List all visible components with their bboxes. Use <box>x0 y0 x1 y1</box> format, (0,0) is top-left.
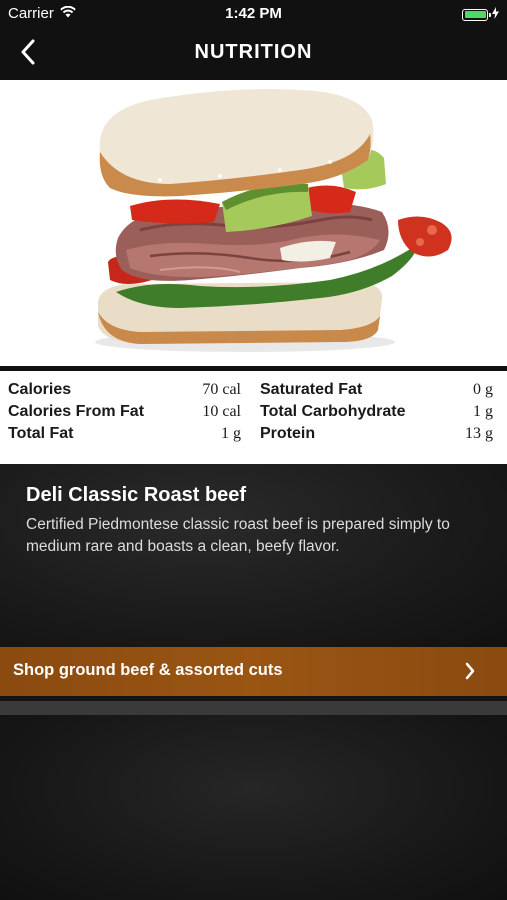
fact-label: Saturated Fat <box>260 381 363 398</box>
fact-row: Calories From Fat 10 cal <box>8 401 241 423</box>
fact-label: Calories From Fat <box>8 403 145 420</box>
fact-label: Calories <box>8 381 72 398</box>
status-time: 1:42 PM <box>225 5 282 22</box>
product-description: Certified Piedmontese classic roast beef… <box>26 516 450 555</box>
nutrition-screen: Carrier 1:42 PM NUTRITION Calories 70 ca… <box>0 0 507 900</box>
nav-bar: NUTRITION <box>0 28 507 80</box>
fact-label: Protein <box>260 425 316 442</box>
separator-bar <box>0 701 507 715</box>
status-bar: Carrier 1:42 PM <box>0 0 507 28</box>
battery-fill <box>464 11 486 18</box>
battery-tip <box>489 12 491 17</box>
fact-row: Total Carbohydrate 1 g <box>260 401 493 423</box>
fact-value: 70 cal <box>202 381 241 398</box>
product-description-section: Deli Classic Roast beef Certified Piedmo… <box>0 464 507 647</box>
fact-row: Saturated Fat 0 g <box>260 379 493 401</box>
fact-value: 0 g <box>473 381 493 398</box>
nutrition-facts: Calories 70 cal Calories From Fat 10 cal… <box>0 371 507 464</box>
fact-label: Total Carbohydrate <box>260 403 406 420</box>
status-right <box>462 6 499 23</box>
fact-row: Total Fat 1 g <box>8 423 241 445</box>
chalkboard-background <box>0 715 507 900</box>
shop-button[interactable]: Shop ground beef & assorted cuts <box>0 647 507 696</box>
fact-label: Total Fat <box>8 425 74 442</box>
page-title: NUTRITION <box>194 41 313 63</box>
fact-value: 1 g <box>221 425 241 442</box>
battery-icon <box>462 8 491 21</box>
fact-value: 10 cal <box>202 403 241 420</box>
fact-value: 1 g <box>473 403 493 420</box>
sandwich-illustration <box>95 89 452 352</box>
shop-button-label: Shop ground beef & assorted cuts <box>13 661 283 679</box>
fact-row: Protein 13 g <box>260 423 493 445</box>
chevron-right-icon <box>465 662 475 685</box>
product-name: Deli Classic Roast beef <box>26 484 247 506</box>
product-image <box>0 80 507 367</box>
fact-row: Calories 70 cal <box>8 379 241 401</box>
charging-bolt-icon <box>492 6 499 23</box>
fact-value: 13 g <box>465 425 493 442</box>
